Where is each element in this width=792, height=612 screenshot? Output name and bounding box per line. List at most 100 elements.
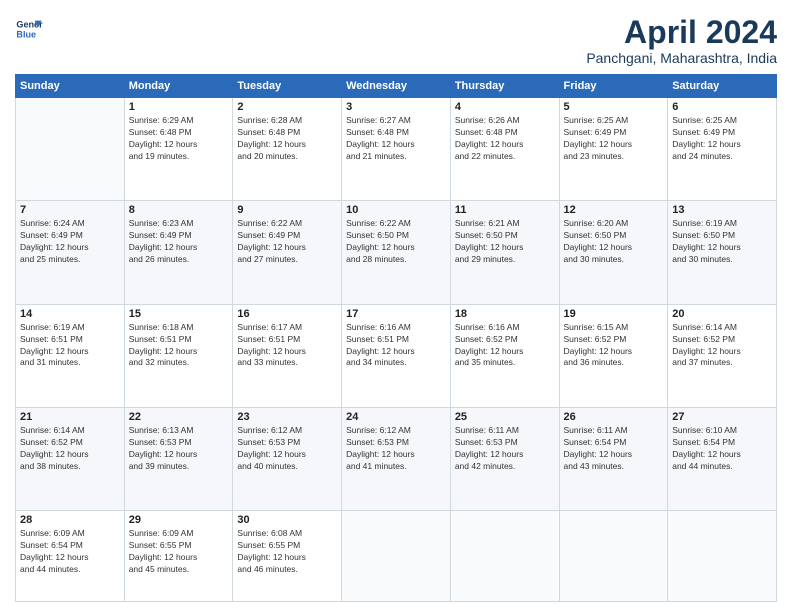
day-number: 6 [672,101,772,113]
calendar-cell: 3Sunrise: 6:27 AM Sunset: 6:48 PM Daylig… [342,98,451,201]
calendar-cell: 17 Sunrise: 6:16 AM Sunset: 6:51 PM Dayli… [342,304,451,407]
calendar-cell [668,511,777,602]
day-info: Sunrise: 6:17 AM Sunset: 6:51 PM Dayligh… [237,322,337,370]
calendar-cell [559,511,668,602]
calendar-cell: 12 Sunrise: 6:20 AM Sunset: 6:50 PM Dayli… [559,201,668,304]
month-year-title: April 2024 [586,15,777,50]
calendar-day-header: Sunday [16,75,125,98]
day-number: 2 [237,101,337,113]
calendar-day-header: Thursday [450,75,559,98]
calendar-table: SundayMondayTuesdayWednesdayThursdayFrid… [15,74,777,602]
page-header: General Blue April 2024 Panchgani, Mahar… [15,15,777,66]
calendar-cell: 30 Sunrise: 6:08 AM Sunset: 6:55 PM Dayli… [233,511,342,602]
day-info: Sunrise: 6:16 AM Sunset: 6:52 PM Dayligh… [455,322,555,370]
calendar-cell: 2 Sunrise: 6:28 AM Sunset: 6:48 PM Daylig… [233,98,342,201]
day-number: 23 [237,411,337,423]
day-number: 12 [564,204,664,216]
day-info: Sunrise: 6:25 AM Sunset: 6:49 PM Dayligh… [672,115,772,163]
calendar-cell: 15Sunrise: 6:18 AM Sunset: 6:51 PM Dayli… [124,304,233,407]
day-info: Sunrise: 6:11 AM Sunset: 6:53 PM Dayligh… [455,425,555,473]
calendar-cell: 19 Sunrise: 6:15 AM Sunset: 6:52 PM Dayli… [559,304,668,407]
day-info: Sunrise: 6:28 AM Sunset: 6:48 PM Dayligh… [237,115,337,163]
day-number: 17 [346,308,446,320]
day-info: Sunrise: 6:14 AM Sunset: 6:52 PM Dayligh… [672,322,772,370]
day-number: 30 [237,514,337,526]
day-info: Sunrise: 6:13 AM Sunset: 6:53 PM Dayligh… [129,425,229,473]
day-info: Sunrise: 6:26 AM Sunset: 6:48 PM Dayligh… [455,115,555,163]
calendar-cell [450,511,559,602]
calendar-day-header: Monday [124,75,233,98]
calendar-cell: 29 Sunrise: 6:09 AM Sunset: 6:55 PM Dayli… [124,511,233,602]
calendar-day-header: Saturday [668,75,777,98]
day-info: Sunrise: 6:19 AM Sunset: 6:50 PM Dayligh… [672,218,772,266]
day-info: Sunrise: 6:12 AM Sunset: 6:53 PM Dayligh… [237,425,337,473]
day-number: 26 [564,411,664,423]
day-info: Sunrise: 6:18 AM Sunset: 6:51 PM Dayligh… [129,322,229,370]
calendar-cell: 13 Sunrise: 6:19 AM Sunset: 6:50 PM Dayli… [668,201,777,304]
calendar-cell: 16Sunrise: 6:17 AM Sunset: 6:51 PM Dayli… [233,304,342,407]
calendar-day-header: Friday [559,75,668,98]
calendar-cell: 8 Sunrise: 6:23 AM Sunset: 6:49 PM Daylig… [124,201,233,304]
calendar-cell: 23 Sunrise: 6:12 AM Sunset: 6:53 PM Dayli… [233,408,342,511]
calendar-cell: 11 Sunrise: 6:21 AM Sunset: 6:50 PM Dayli… [450,201,559,304]
day-info: Sunrise: 6:22 AM Sunset: 6:50 PM Dayligh… [346,218,446,266]
logo-icon: General Blue [15,15,43,43]
calendar-cell [342,511,451,602]
calendar-day-header: Tuesday [233,75,342,98]
day-number: 20 [672,308,772,320]
day-info: Sunrise: 6:20 AM Sunset: 6:50 PM Dayligh… [564,218,664,266]
day-info: Sunrise: 6:08 AM Sunset: 6:55 PM Dayligh… [237,528,337,576]
calendar-cell: 9Sunrise: 6:22 AM Sunset: 6:49 PM Daylig… [233,201,342,304]
calendar-cell: 7Sunrise: 6:24 AM Sunset: 6:49 PM Daylig… [16,201,125,304]
page-container: General Blue April 2024 Panchgani, Mahar… [0,0,792,612]
calendar-cell: 5Sunrise: 6:25 AM Sunset: 6:49 PM Daylig… [559,98,668,201]
calendar-cell: 6 Sunrise: 6:25 AM Sunset: 6:49 PM Daylig… [668,98,777,201]
calendar-header-row: SundayMondayTuesdayWednesdayThursdayFrid… [16,75,777,98]
day-number: 11 [455,204,555,216]
day-info: Sunrise: 6:11 AM Sunset: 6:54 PM Dayligh… [564,425,664,473]
calendar-cell: 24 Sunrise: 6:12 AM Sunset: 6:53 PM Dayli… [342,408,451,511]
logo: General Blue [15,15,43,43]
day-info: Sunrise: 6:25 AM Sunset: 6:49 PM Dayligh… [564,115,664,163]
day-number: 22 [129,411,229,423]
day-number: 13 [672,204,772,216]
day-number: 1 [129,101,229,113]
day-number: 19 [564,308,664,320]
calendar-cell: 1 Sunrise: 6:29 AM Sunset: 6:48 PM Daylig… [124,98,233,201]
calendar-cell: 18 Sunrise: 6:16 AM Sunset: 6:52 PM Dayli… [450,304,559,407]
day-number: 8 [129,204,229,216]
calendar-cell: 14 Sunrise: 6:19 AM Sunset: 6:51 PM Dayli… [16,304,125,407]
title-block: April 2024 Panchgani, Maharashtra, India [586,15,777,66]
day-info: Sunrise: 6:15 AM Sunset: 6:52 PM Dayligh… [564,322,664,370]
calendar-cell: 25 Sunrise: 6:11 AM Sunset: 6:53 PM Dayli… [450,408,559,511]
day-number: 29 [129,514,229,526]
location-subtitle: Panchgani, Maharashtra, India [586,50,777,66]
day-info: Sunrise: 6:21 AM Sunset: 6:50 PM Dayligh… [455,218,555,266]
day-info: Sunrise: 6:23 AM Sunset: 6:49 PM Dayligh… [129,218,229,266]
day-number: 24 [346,411,446,423]
day-info: Sunrise: 6:29 AM Sunset: 6:48 PM Dayligh… [129,115,229,163]
day-info: Sunrise: 6:24 AM Sunset: 6:49 PM Dayligh… [20,218,120,266]
day-number: 28 [20,514,120,526]
calendar-cell: 21 Sunrise: 6:14 AM Sunset: 6:52 PM Dayli… [16,408,125,511]
day-number: 25 [455,411,555,423]
day-info: Sunrise: 6:14 AM Sunset: 6:52 PM Dayligh… [20,425,120,473]
day-info: Sunrise: 6:09 AM Sunset: 6:55 PM Dayligh… [129,528,229,576]
calendar-cell: 20 Sunrise: 6:14 AM Sunset: 6:52 PM Dayli… [668,304,777,407]
day-info: Sunrise: 6:10 AM Sunset: 6:54 PM Dayligh… [672,425,772,473]
day-number: 21 [20,411,120,423]
day-number: 4 [455,101,555,113]
day-info: Sunrise: 6:12 AM Sunset: 6:53 PM Dayligh… [346,425,446,473]
day-number: 10 [346,204,446,216]
day-number: 14 [20,308,120,320]
day-info: Sunrise: 6:22 AM Sunset: 6:49 PM Dayligh… [237,218,337,266]
day-info: Sunrise: 6:16 AM Sunset: 6:51 PM Dayligh… [346,322,446,370]
calendar-cell: 10 Sunrise: 6:22 AM Sunset: 6:50 PM Dayli… [342,201,451,304]
day-info: Sunrise: 6:27 AM Sunset: 6:48 PM Dayligh… [346,115,446,163]
day-info: Sunrise: 6:19 AM Sunset: 6:51 PM Dayligh… [20,322,120,370]
calendar-cell: 4 Sunrise: 6:26 AM Sunset: 6:48 PM Daylig… [450,98,559,201]
calendar-cell: 27 Sunrise: 6:10 AM Sunset: 6:54 PM Dayli… [668,408,777,511]
day-number: 18 [455,308,555,320]
day-info: Sunrise: 6:09 AM Sunset: 6:54 PM Dayligh… [20,528,120,576]
day-number: 27 [672,411,772,423]
